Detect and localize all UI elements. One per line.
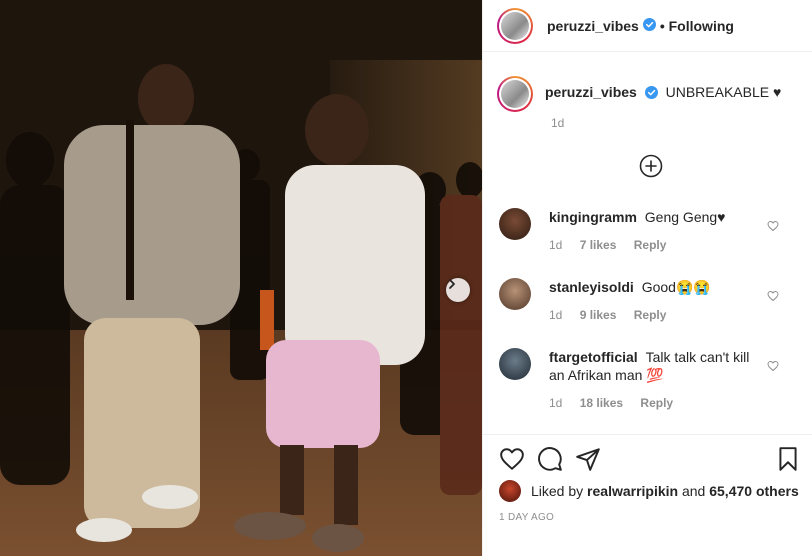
post-photo[interactable] <box>0 0 482 556</box>
comment-time[interactable]: 1d <box>549 396 562 410</box>
paper-plane-icon[interactable] <box>575 446 601 472</box>
comment-username[interactable]: stanleyisoldi <box>549 279 634 295</box>
liked-by-avatar[interactable] <box>499 480 521 502</box>
post-actions-bar <box>499 446 799 474</box>
comment-likes[interactable]: 18 likes <box>580 396 623 410</box>
following-button[interactable]: • Following <box>660 18 734 34</box>
actions-divider <box>483 434 812 435</box>
chevron-right-icon <box>449 279 455 289</box>
post-header: peruzzi_vibes • Following <box>483 0 812 52</box>
caption-text: UNBREAKABLE ♥ <box>665 84 782 100</box>
post-caption: peruzzi_vibes UNBREAKABLE ♥ <box>497 76 797 112</box>
comment-username[interactable]: kingingramm <box>549 209 637 225</box>
comment-username[interactable]: ftargetofficial <box>549 349 638 365</box>
liked-by-prefix: Liked by <box>531 483 584 499</box>
heart-icon[interactable] <box>767 220 779 232</box>
heart-icon[interactable] <box>767 290 779 302</box>
comment-item: stanleyisoldi Good😭😭 1d 9 likes Reply <box>499 278 799 324</box>
comment-time[interactable]: 1d <box>549 238 562 252</box>
photo-scene <box>0 0 482 556</box>
liked-by-connector: and <box>681 483 706 499</box>
comment-avatar[interactable] <box>499 348 531 380</box>
liked-by-others[interactable]: 65,470 others <box>709 483 799 499</box>
author-username[interactable]: peruzzi_vibes <box>547 18 639 34</box>
comment-item: kingingramm Geng Geng♥ 1d 7 likes Reply <box>499 208 799 254</box>
comment-item: ftargetofficial Talk talk can't kill an … <box>499 348 799 412</box>
heart-icon[interactable] <box>499 446 525 472</box>
comment-likes[interactable]: 7 likes <box>580 238 617 252</box>
post-side-panel: peruzzi_vibes • Following peruzzi_vibes <box>482 0 812 556</box>
post-modal: peruzzi_vibes • Following peruzzi_vibes <box>0 0 812 556</box>
comment-avatar[interactable] <box>499 278 531 310</box>
comment-time[interactable]: 1d <box>549 308 562 322</box>
comment-text: Good😭😭 <box>641 279 711 295</box>
reply-button[interactable]: Reply <box>634 308 667 322</box>
caption-timestamp[interactable]: 1d <box>551 116 564 130</box>
comment-likes[interactable]: 9 likes <box>580 308 617 322</box>
verified-badge-icon <box>642 17 656 34</box>
liked-by-row: Liked by realwarripikin and 65,470 other… <box>499 480 799 502</box>
load-more-comments-button[interactable] <box>639 154 663 178</box>
comment-icon[interactable] <box>537 446 563 472</box>
post-date[interactable]: 1 DAY AGO <box>499 512 554 523</box>
verified-badge-icon <box>644 86 658 102</box>
caption-avatar[interactable] <box>497 76 533 112</box>
bookmark-icon[interactable] <box>775 446 801 472</box>
comment-text: Geng Geng♥ <box>644 209 726 225</box>
caption-username[interactable]: peruzzi_vibes <box>545 84 637 100</box>
next-photo-button[interactable] <box>446 278 470 302</box>
author-avatar[interactable] <box>497 7 533 44</box>
reply-button[interactable]: Reply <box>640 396 673 410</box>
reply-button[interactable]: Reply <box>634 238 667 252</box>
heart-icon[interactable] <box>767 360 779 372</box>
comment-avatar[interactable] <box>499 208 531 240</box>
plus-circle-icon <box>639 154 663 178</box>
liked-by-user[interactable]: realwarripikin <box>587 483 678 499</box>
